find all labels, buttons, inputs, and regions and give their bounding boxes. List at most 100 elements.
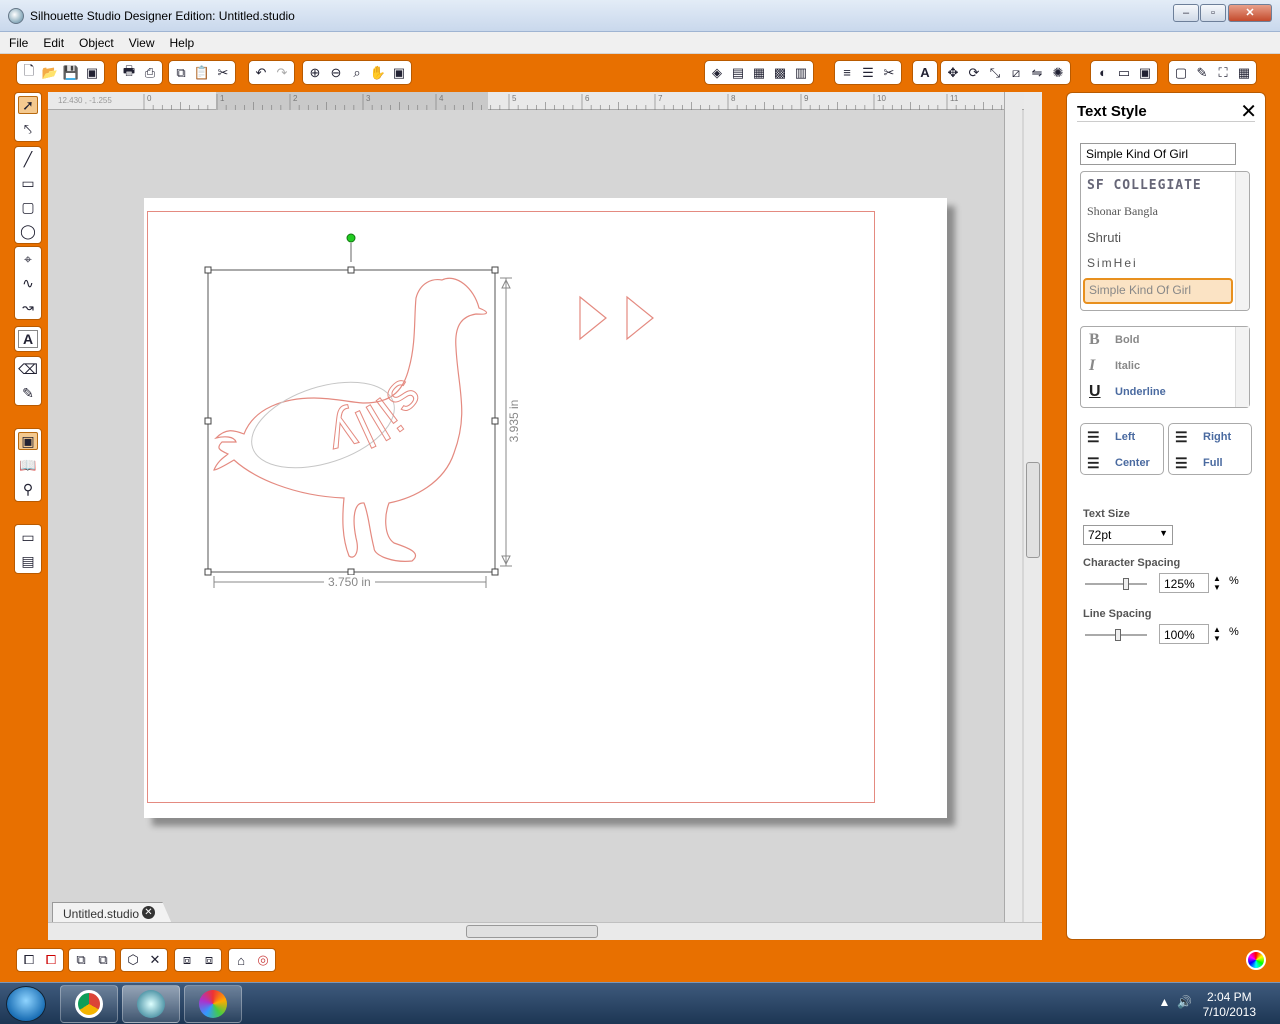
align-left-button[interactable]: ☰ Left — [1081, 424, 1163, 450]
copy-icon[interactable]: ⧉ — [172, 64, 190, 82]
close-tab-icon[interactable]: ✕ — [142, 906, 155, 919]
print-icon[interactable]: 🖶 — [120, 63, 138, 82]
scale-icon[interactable]: ⤡ — [986, 64, 1004, 82]
chrome-taskbar-button[interactable] — [60, 985, 118, 1023]
store-tag-icon[interactable]: ⚲ — [18, 480, 38, 498]
font-list[interactable]: SF COLLEGIATE Shonar Bangla Shruti SimHe… — [1080, 171, 1250, 311]
underline-option[interactable]: U Underline — [1081, 379, 1249, 405]
design-canvas[interactable]: silly — [144, 198, 947, 818]
bold-option[interactable]: B Bold — [1081, 327, 1249, 353]
font-item[interactable]: Shruti — [1081, 224, 1249, 250]
offset-icon[interactable]: ◎ — [254, 951, 272, 969]
select-arrow-icon[interactable]: ➚ — [18, 96, 38, 114]
pan-icon[interactable]: ✋ — [369, 64, 387, 82]
text-size-select[interactable]: 72pt ▼ — [1083, 525, 1173, 545]
shear-icon[interactable]: ⧄ — [1007, 64, 1025, 82]
document-tab[interactable]: Untitled.studio ✕ — [52, 902, 172, 924]
picasa-taskbar-button[interactable] — [184, 985, 242, 1023]
text-tool-icon[interactable]: A — [18, 330, 38, 348]
gradient-icon[interactable]: ▤ — [729, 64, 747, 82]
system-tray[interactable]: ▲ 🔊 — [1159, 995, 1193, 1009]
text-style-icon[interactable]: A — [916, 64, 934, 82]
new-icon[interactable]: 🗋 — [20, 63, 38, 82]
zoom-out-icon[interactable]: ⊖ — [327, 64, 345, 82]
rounded-rect-icon[interactable]: ▢ — [18, 198, 38, 216]
grid-icon[interactable]: ▦ — [1235, 64, 1253, 82]
release-compound-icon[interactable]: ⧉ — [94, 951, 112, 969]
menu-view[interactable]: View — [120, 32, 161, 50]
weld-icon[interactable]: ⬡ — [124, 951, 142, 969]
delete-icon[interactable]: ✕ — [146, 951, 164, 969]
font-item[interactable]: Shonar Bangla — [1081, 198, 1249, 224]
font-item[interactable]: SF COLLEGIATE — [1081, 172, 1249, 198]
cut-send-icon[interactable]: ⎙ — [141, 64, 159, 82]
maximize-button[interactable]: ▫ — [1200, 4, 1226, 22]
font-item-selected[interactable]: Simple Kind Of Girl — [1083, 278, 1233, 304]
bring-forward-icon[interactable]: ⧈ — [178, 951, 196, 969]
vertical-scrollbar[interactable] — [1024, 92, 1042, 922]
style-scrollbar[interactable] — [1235, 327, 1249, 407]
split-view-icon[interactable]: ▤ — [18, 552, 38, 570]
fullscreen-icon[interactable]: ⛶ — [1214, 64, 1232, 82]
store-icon[interactable]: ◐ — [1094, 64, 1112, 82]
horizontal-scrollbar[interactable] — [48, 922, 1042, 940]
move-icon[interactable]: ✥ — [944, 64, 962, 82]
group-icon[interactable]: ⧠ — [20, 951, 38, 969]
send-backward-icon[interactable]: ⧈ — [200, 951, 218, 969]
knife-icon[interactable]: ✎ — [18, 384, 38, 402]
system-clock[interactable]: 2:04 PM 7/10/2013 — [1203, 990, 1256, 1020]
char-spacing-field[interactable]: 125% — [1159, 573, 1209, 593]
line-style-icon[interactable]: ▩ — [771, 64, 789, 82]
line-spacing-stepper[interactable]: ▲ ▼ — [1213, 625, 1221, 643]
redo-icon[interactable]: ↷ — [273, 64, 291, 82]
line-dash-icon[interactable]: ☰ — [859, 64, 877, 82]
library-icon[interactable]: ▣ — [83, 64, 101, 82]
rotate-icon[interactable]: ⟳ — [965, 64, 983, 82]
line-width-icon[interactable]: ≡ — [838, 64, 856, 82]
char-spacing-stepper[interactable]: ▲ ▼ — [1213, 574, 1221, 592]
char-spacing-slider[interactable] — [1085, 578, 1147, 590]
curve-icon[interactable]: ∿ — [18, 274, 38, 292]
line-icon[interactable]: ╱ — [18, 150, 38, 168]
mirror-icon[interactable]: ⇋ — [1028, 64, 1046, 82]
cut-style-icon[interactable]: ✂ — [880, 64, 898, 82]
line-spacing-field[interactable]: 100% — [1159, 624, 1209, 644]
eraser-icon[interactable]: ⌫ — [18, 360, 38, 378]
silhouette-taskbar-button[interactable] — [122, 985, 180, 1023]
start-button[interactable] — [6, 986, 46, 1022]
align-full-button[interactable]: ☰ Full — [1169, 450, 1251, 476]
design-page-icon[interactable]: ▣ — [18, 432, 38, 450]
ellipse-icon[interactable]: ◯ — [18, 222, 38, 240]
freehand-icon[interactable]: ↝ — [18, 298, 38, 316]
font-item[interactable]: SimHei — [1081, 250, 1249, 276]
page-setup-icon[interactable]: ▭ — [1115, 64, 1133, 82]
menu-object[interactable]: Object — [70, 32, 120, 50]
ungroup-icon[interactable]: ⧠ — [42, 951, 60, 969]
rectangle-icon[interactable]: ▭ — [18, 174, 38, 192]
replicate-icon[interactable]: ✺ — [1049, 64, 1067, 82]
color-wheel-icon[interactable] — [1246, 950, 1266, 970]
undo-icon[interactable]: ↶ — [252, 64, 270, 82]
menu-edit[interactable]: Edit — [34, 32, 70, 50]
italic-option[interactable]: I Italic — [1081, 353, 1249, 379]
save-icon[interactable]: 💾 — [62, 64, 80, 82]
cut-settings-icon[interactable]: ▣ — [1136, 64, 1154, 82]
polygon-icon[interactable]: ⌖ — [18, 250, 38, 268]
fill-color-icon[interactable]: ◈ — [708, 64, 726, 82]
line-color-icon[interactable]: ▥ — [792, 64, 810, 82]
design-workspace[interactable]: 12.430 , -1.255 0 1 2 3 4 5 6 7 8 9 10 11 silly — [48, 92, 1042, 940]
design-page[interactable]: silly 3.750 in 3.935 in — [144, 198, 947, 818]
sketch-icon[interactable]: ✎ — [1193, 64, 1211, 82]
paste-icon[interactable]: 📋 — [193, 64, 211, 82]
pattern-icon[interactable]: ▦ — [750, 64, 768, 82]
align-right-button[interactable]: ☰ Right — [1169, 424, 1251, 450]
cut-border-icon[interactable]: ▢ — [1172, 64, 1190, 82]
fit-page-icon[interactable]: ▣ — [390, 64, 408, 82]
zoom-select-icon[interactable]: ⌕ — [348, 64, 366, 82]
font-list-scrollbar[interactable] — [1235, 172, 1249, 310]
open-icon[interactable]: 📂 — [41, 64, 59, 82]
single-view-icon[interactable]: ▭ — [18, 528, 38, 546]
menu-help[interactable]: Help — [161, 32, 201, 50]
close-window-button[interactable]: ✕ — [1228, 4, 1272, 22]
align-center-button[interactable]: ☰ Center — [1081, 450, 1163, 476]
